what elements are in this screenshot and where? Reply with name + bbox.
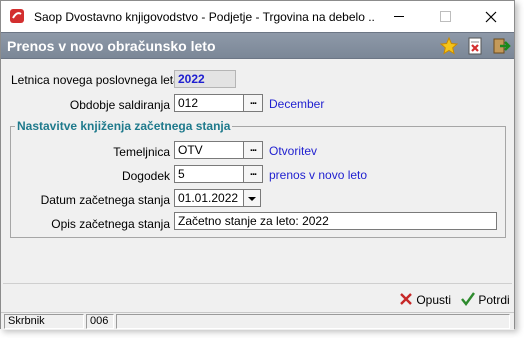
description-label: Opis začetnega stanja bbox=[51, 217, 170, 231]
date-label: Datum začetnega stanja bbox=[40, 193, 170, 207]
divider bbox=[3, 283, 512, 284]
delete-document-icon[interactable] bbox=[465, 36, 485, 56]
period-description: December bbox=[269, 97, 325, 111]
status-code: 006 bbox=[86, 314, 114, 329]
close-icon bbox=[485, 11, 497, 23]
event-lookup-button[interactable]: ... bbox=[243, 165, 263, 183]
confirm-label: Potrdi bbox=[478, 293, 510, 307]
event-label: Dogodek bbox=[121, 169, 170, 183]
page-title: Prenos v novo obračunsko leto bbox=[7, 38, 216, 54]
event-description: prenos v novo leto bbox=[269, 168, 368, 182]
exit-icon[interactable] bbox=[491, 36, 511, 56]
ledger-lookup-button[interactable]: ... bbox=[243, 141, 263, 159]
date-dropdown-button[interactable] bbox=[244, 189, 261, 207]
form-header: Prenos v novo obračunsko leto bbox=[1, 32, 514, 59]
year-label: Letnica novega poslovnega leta bbox=[11, 73, 180, 87]
ledger-input[interactable]: OTV bbox=[174, 141, 244, 159]
date-input[interactable]: 01.01.2022 bbox=[174, 189, 244, 207]
period-input[interactable]: 012 bbox=[174, 94, 244, 112]
window-title: Saop Dvostavno knjigovodstvo - Podjetje … bbox=[34, 10, 374, 24]
event-input[interactable]: 5 bbox=[174, 165, 244, 183]
period-lookup-button[interactable]: ... bbox=[243, 94, 263, 112]
status-user: Skrbnik bbox=[4, 314, 84, 329]
title-bar[interactable]: Saop Dvostavno knjigovodstvo - Podjetje … bbox=[1, 1, 514, 32]
description-input[interactable]: Začetno stanje za leto: 2022 bbox=[174, 212, 497, 230]
close-button[interactable] bbox=[468, 1, 514, 32]
cancel-button[interactable]: Opusti bbox=[399, 290, 451, 310]
confirm-button[interactable]: Potrdi bbox=[461, 290, 510, 310]
checkmark-icon bbox=[461, 292, 475, 306]
app-icon bbox=[10, 9, 24, 23]
maximize-button[interactable] bbox=[422, 1, 468, 32]
status-panel bbox=[116, 314, 510, 329]
cancel-label: Opusti bbox=[416, 293, 452, 307]
group-title: Nastavitve knjiženja začetnega stanja bbox=[15, 119, 233, 133]
ledger-description: Otvoritev bbox=[269, 144, 318, 158]
minimize-button[interactable] bbox=[376, 1, 422, 32]
year-field: 2022 bbox=[174, 70, 236, 88]
favorite-star-icon[interactable] bbox=[439, 36, 459, 56]
ledger-label: Temeljnica bbox=[113, 145, 170, 159]
cancel-icon bbox=[400, 293, 412, 305]
main-window: Saop Dvostavno knjigovodstvo - Podjetje … bbox=[0, 0, 515, 330]
status-bar: Skrbnik 006 bbox=[1, 312, 514, 330]
period-label: Obdobje saldiranja bbox=[69, 98, 170, 112]
